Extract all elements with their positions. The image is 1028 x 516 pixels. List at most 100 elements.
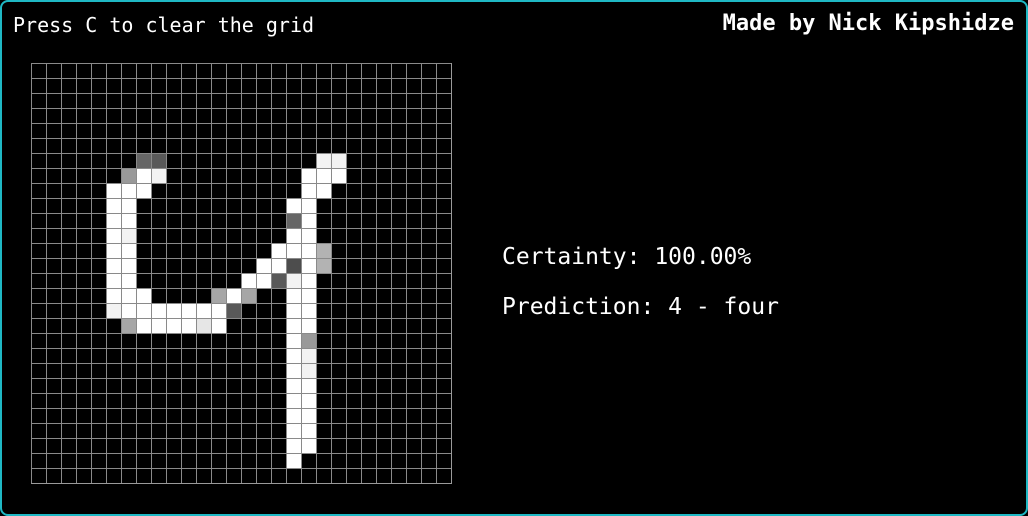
grid-cell[interactable] [331,63,346,78]
grid-cell[interactable] [91,198,106,213]
grid-cell[interactable] [346,438,361,453]
grid-cell-painted[interactable] [211,288,226,303]
grid-cell-painted[interactable] [106,288,121,303]
grid-cell[interactable] [331,93,346,108]
grid-cell[interactable] [361,198,376,213]
grid-cell-painted[interactable] [136,318,151,333]
grid-cell[interactable] [376,393,391,408]
grid-cell[interactable] [121,393,136,408]
grid-cell[interactable] [271,303,286,318]
grid-cell[interactable] [436,108,451,123]
grid-cell-painted[interactable] [151,168,166,183]
grid-cell[interactable] [166,273,181,288]
grid-cell-painted[interactable] [106,273,121,288]
grid-cell[interactable] [391,228,406,243]
grid-cell[interactable] [271,288,286,303]
grid-cell[interactable] [76,183,91,198]
grid-cell[interactable] [331,123,346,138]
grid-cell[interactable] [121,468,136,483]
grid-cell[interactable] [166,138,181,153]
grid-cell[interactable] [61,393,76,408]
grid-cell[interactable] [181,438,196,453]
grid-cell[interactable] [31,168,46,183]
grid-cell[interactable] [226,363,241,378]
grid-cell[interactable] [211,348,226,363]
grid-cell[interactable] [61,153,76,168]
grid-cell[interactable] [421,333,436,348]
grid-cell-painted[interactable] [316,168,331,183]
grid-cell-painted[interactable] [301,198,316,213]
grid-cell[interactable] [91,183,106,198]
grid-cell[interactable] [346,138,361,153]
grid-cell[interactable] [376,138,391,153]
grid-cell-painted[interactable] [301,393,316,408]
grid-cell[interactable] [211,453,226,468]
grid-cell[interactable] [151,393,166,408]
grid-cell[interactable] [241,108,256,123]
grid-cell[interactable] [376,273,391,288]
grid-cell[interactable] [361,393,376,408]
grid-cell[interactable] [316,213,331,228]
grid-cell[interactable] [316,78,331,93]
grid-cell[interactable] [181,378,196,393]
grid-cell[interactable] [181,288,196,303]
grid-cell[interactable] [136,213,151,228]
grid-cell[interactable] [76,378,91,393]
grid-cell[interactable] [136,198,151,213]
grid-cell[interactable] [436,393,451,408]
grid-cell[interactable] [196,213,211,228]
grid-cell[interactable] [61,168,76,183]
grid-cell[interactable] [226,423,241,438]
grid-cell[interactable] [151,408,166,423]
grid-cell[interactable] [181,273,196,288]
grid-cell[interactable] [211,78,226,93]
grid-cell[interactable] [391,183,406,198]
grid-cell[interactable] [226,138,241,153]
grid-cell[interactable] [241,333,256,348]
grid-cell[interactable] [436,333,451,348]
grid-cell[interactable] [46,378,61,393]
grid-cell[interactable] [181,153,196,168]
grid-cell[interactable] [136,333,151,348]
grid-cell[interactable] [376,63,391,78]
grid-cell[interactable] [76,138,91,153]
grid-cell[interactable] [376,108,391,123]
grid-cell[interactable] [226,243,241,258]
grid-cell[interactable] [106,468,121,483]
grid-cell[interactable] [316,333,331,348]
grid-cell[interactable] [301,93,316,108]
grid-cell[interactable] [76,108,91,123]
grid-cell-painted[interactable] [316,153,331,168]
grid-cell[interactable] [316,138,331,153]
grid-cell[interactable] [106,153,121,168]
grid-cell[interactable] [406,318,421,333]
grid-cell[interactable] [391,78,406,93]
grid-cell[interactable] [241,468,256,483]
grid-cell-painted[interactable] [166,318,181,333]
grid-cell-painted[interactable] [106,258,121,273]
grid-cell-painted[interactable] [136,153,151,168]
grid-cell-painted[interactable] [121,243,136,258]
grid-cell-painted[interactable] [121,303,136,318]
grid-cell-painted[interactable] [196,303,211,318]
grid-cell[interactable] [316,93,331,108]
grid-cell[interactable] [286,78,301,93]
grid-cell[interactable] [151,228,166,243]
grid-cell[interactable] [361,228,376,243]
grid-cell[interactable] [376,123,391,138]
grid-cell[interactable] [151,438,166,453]
grid-cell[interactable] [31,333,46,348]
grid-cell[interactable] [226,378,241,393]
grid-cell-painted[interactable] [106,243,121,258]
grid-cell[interactable] [121,138,136,153]
grid-cell[interactable] [361,363,376,378]
grid-cell[interactable] [241,348,256,363]
grid-cell[interactable] [46,198,61,213]
grid-cell[interactable] [406,228,421,243]
grid-cell[interactable] [406,303,421,318]
grid-cell[interactable] [271,348,286,363]
grid-cell[interactable] [61,348,76,363]
grid-cell[interactable] [421,168,436,183]
grid-cell[interactable] [346,348,361,363]
grid-cell[interactable] [91,273,106,288]
